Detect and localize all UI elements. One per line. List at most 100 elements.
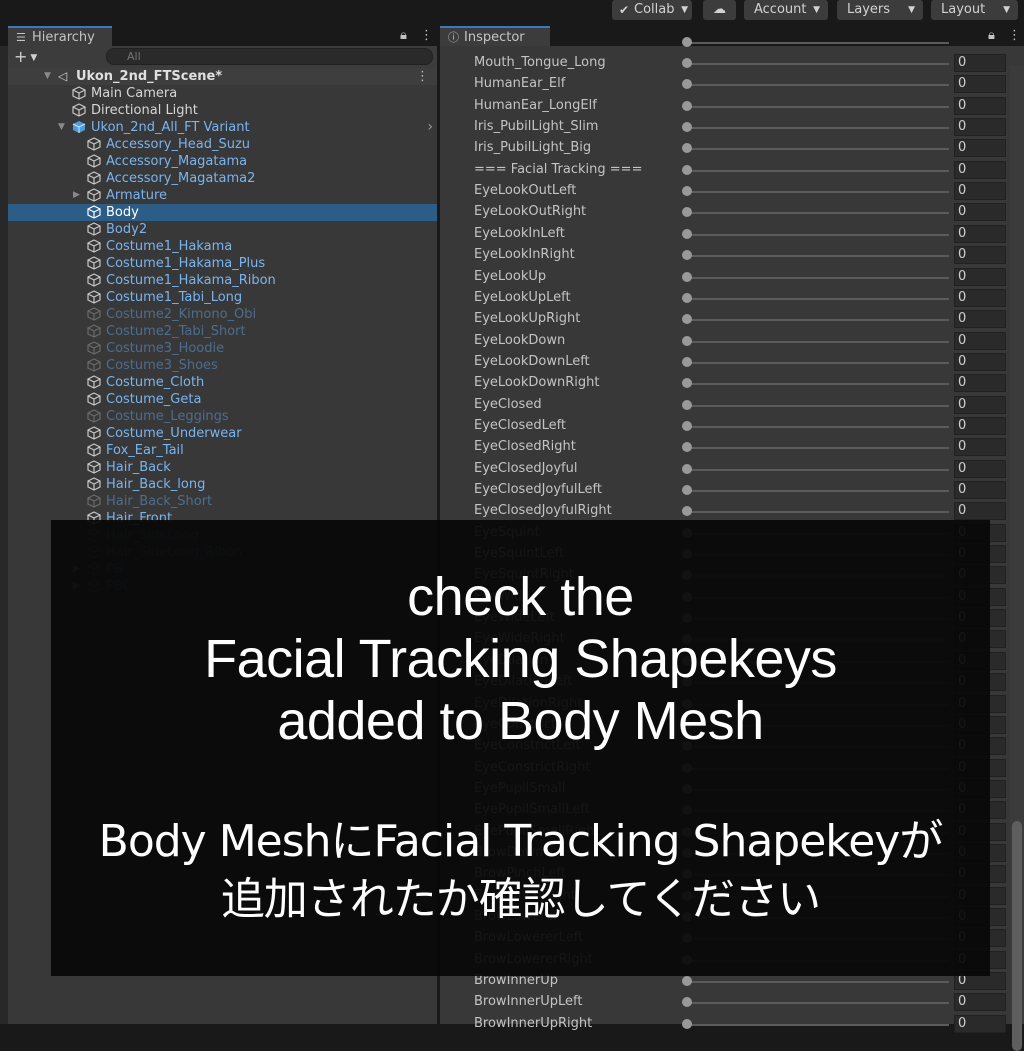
blendshape-value-field[interactable]: 0: [954, 481, 1006, 499]
blendshape-value-field[interactable]: 0: [954, 160, 1006, 179]
blendshape-slider-track[interactable]: [687, 425, 949, 428]
lock-icon[interactable]: 🔒︎: [400, 26, 407, 46]
blendshape-value-field[interactable]: 0: [954, 203, 1006, 222]
hierarchy-search-input[interactable]: [106, 48, 433, 65]
hierarchy-item[interactable]: Fox_Ear_Tail: [8, 442, 437, 459]
hierarchy-item[interactable]: Main Camera: [8, 85, 437, 102]
blendshape-slider-track[interactable]: [687, 212, 949, 215]
blendshape-value-field[interactable]: 0: [954, 416, 1006, 435]
hierarchy-item[interactable]: Costume_Underwear: [8, 425, 437, 442]
blendshape-slider-track[interactable]: [687, 42, 949, 44]
blendshape-value-field[interactable]: 0: [954, 139, 1006, 158]
blendshape-slider-track[interactable]: [687, 84, 949, 87]
blendshape-slider-track[interactable]: [687, 255, 949, 258]
blendshape-value-field[interactable]: 0: [954, 438, 1006, 457]
blendshape-slider-knob[interactable]: [682, 314, 692, 325]
blendshape-value-field[interactable]: 0: [954, 395, 1006, 414]
blendshape-value-field[interactable]: 0: [954, 118, 1006, 137]
add-object-button[interactable]: + ▼: [14, 46, 37, 68]
hierarchy-item[interactable]: Costume1_Hakama: [8, 238, 437, 255]
collab-button[interactable]: ✔ Collab ▼: [612, 0, 692, 20]
hierarchy-item[interactable]: Accessory_Magatama: [8, 153, 437, 170]
blendshape-slider-knob[interactable]: [682, 399, 692, 410]
blendshape-slider-track[interactable]: [687, 404, 949, 407]
hierarchy-item[interactable]: Accessory_Head_Suzu: [8, 136, 437, 153]
hierarchy-item[interactable]: Costume1_Tabi_Long: [8, 289, 437, 306]
hierarchy-item[interactable]: Costume_Leggings: [8, 408, 437, 425]
tab-hierarchy[interactable]: ☰ Hierarchy: [8, 26, 112, 46]
hierarchy-item[interactable]: Costume1_Hakama_Ribon: [8, 272, 437, 289]
blendshape-slider-knob[interactable]: [682, 420, 692, 431]
blendshape-slider-knob[interactable]: [682, 186, 692, 197]
cloud-button[interactable]: ☁: [703, 0, 736, 20]
hierarchy-item[interactable]: Costume_Cloth: [8, 374, 437, 391]
blendshape-slider-knob[interactable]: [682, 207, 692, 218]
blendshape-slider-track[interactable]: [687, 105, 949, 108]
blendshape-value-field[interactable]: 0: [954, 246, 1006, 265]
account-button[interactable]: Account ▼: [744, 0, 828, 20]
hierarchy-item[interactable]: Costume3_Hoodie: [8, 340, 437, 357]
foldout-right-icon[interactable]: ▶: [73, 187, 80, 204]
hierarchy-item[interactable]: Costume1_Hakama_Plus: [8, 255, 437, 272]
tab-menu-icon[interactable]: ⋮: [420, 26, 433, 46]
blendshape-slider-knob[interactable]: [682, 442, 692, 453]
blendshape-value-field[interactable]: 0: [954, 502, 1006, 521]
blendshape-value-field[interactable]: 0: [954, 54, 1006, 72]
hierarchy-item[interactable]: ▶ Armature: [8, 187, 437, 204]
blendshape-slider-knob[interactable]: [682, 271, 692, 282]
blendshape-slider-track[interactable]: [687, 319, 949, 322]
hierarchy-item[interactable]: Costume3_Shoes: [8, 357, 437, 374]
inspector-scrollbar[interactable]: [1010, 66, 1024, 1051]
blendshape-value-field[interactable]: 0: [954, 993, 1006, 1012]
hierarchy-item[interactable]: Hair_Back: [8, 459, 437, 476]
blendshape-slider-knob[interactable]: [682, 164, 692, 175]
hierarchy-item[interactable]: Costume2_Tabi_Short: [8, 323, 437, 340]
blendshape-slider-track[interactable]: [687, 127, 949, 130]
scrollbar-thumb[interactable]: [1012, 821, 1022, 1051]
hierarchy-item[interactable]: Directional Light: [8, 102, 437, 119]
blendshape-slider-knob[interactable]: [682, 100, 692, 111]
hierarchy-item[interactable]: ▼ Ukon_2nd_All_FT Variant ›: [8, 119, 437, 136]
foldout-down-icon[interactable]: ▼: [44, 68, 51, 85]
blendshape-value-field[interactable]: 0: [954, 288, 1006, 307]
blendshape-slider-knob[interactable]: [682, 485, 692, 495]
blendshape-slider-track[interactable]: [687, 297, 949, 300]
blendshape-slider-track[interactable]: [687, 191, 949, 194]
blendshape-slider-knob[interactable]: [682, 506, 692, 517]
blendshape-slider-track[interactable]: [687, 490, 949, 492]
blendshape-slider-track[interactable]: [687, 276, 949, 279]
hierarchy-item[interactable]: Hair_Back_long: [8, 476, 437, 493]
blendshape-value-field[interactable]: 0: [954, 182, 1006, 201]
blendshape-value-field[interactable]: 0: [954, 331, 1006, 350]
blendshape-slider-track[interactable]: [687, 511, 949, 514]
blendshape-value-field[interactable]: 0: [954, 459, 1006, 478]
hierarchy-item[interactable]: Body: [8, 204, 437, 221]
blendshape-slider-track[interactable]: [687, 1002, 949, 1005]
blendshape-slider-track[interactable]: [687, 233, 949, 236]
blendshape-slider-track[interactable]: [687, 468, 949, 471]
blendshape-slider-knob[interactable]: [682, 997, 692, 1008]
layout-button[interactable]: Layout ▼: [931, 0, 1018, 20]
blendshape-slider-knob[interactable]: [682, 356, 692, 367]
foldout-down-icon[interactable]: ▼: [58, 119, 65, 136]
blendshape-value-field[interactable]: 0: [954, 224, 1006, 243]
blendshape-slider-track[interactable]: [687, 383, 949, 386]
blendshape-slider-track[interactable]: [687, 447, 949, 450]
blendshape-slider-knob[interactable]: [682, 292, 692, 303]
blendshape-value-field[interactable]: 0: [954, 75, 1006, 94]
hierarchy-item[interactable]: Accessory_Magatama2: [8, 170, 437, 187]
blendshape-value-field[interactable]: 0: [954, 352, 1006, 371]
hierarchy-item[interactable]: Costume2_Kimono_Obi: [8, 306, 437, 323]
blendshape-slider-track[interactable]: [687, 63, 949, 65]
blendshape-slider-track[interactable]: [687, 148, 949, 151]
blendshape-slider-knob[interactable]: [682, 250, 692, 261]
blendshape-value-field[interactable]: 0: [954, 267, 1006, 286]
blendshape-slider-knob[interactable]: [682, 79, 692, 90]
blendshape-slider-track[interactable]: [687, 169, 949, 172]
layers-button[interactable]: Layers ▼: [837, 0, 923, 20]
scene-menu-icon[interactable]: ⋮: [416, 68, 429, 85]
hierarchy-item[interactable]: Costume_Geta: [8, 391, 437, 408]
blendshape-slider-track[interactable]: [687, 361, 949, 364]
blendshape-value-field[interactable]: 0: [954, 374, 1006, 393]
blendshape-slider-knob[interactable]: [682, 976, 692, 987]
